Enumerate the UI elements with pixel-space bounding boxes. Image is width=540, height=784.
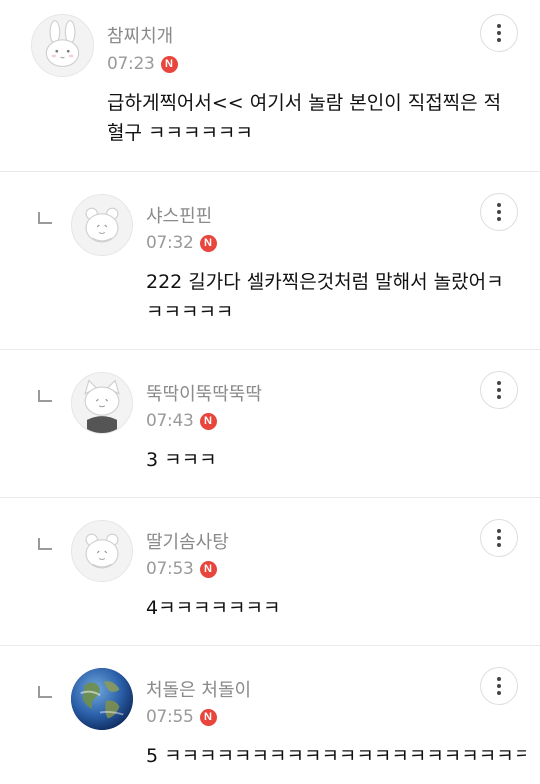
comment-body: 4ㅋㅋㅋㅋㅋㅋㅋ	[146, 597, 281, 619]
more-dot-icon	[497, 691, 501, 695]
comment-body: 5 ㅋㅋㅋㅋㅋㅋㅋㅋㅋㅋㅋㅋㅋㅋㅋㅋㅋㅋㅋㅋㅋㅋㅋ 아	[146, 745, 526, 767]
comment-item: 참찌치개 07:23 N 급하게찍어서<< 여기서 놀람 본인이 직접찍은 적혈…	[0, 0, 540, 171]
more-dot-icon	[497, 217, 501, 221]
author-nickname[interactable]: 딸기솜사탕	[146, 528, 229, 554]
reply-item: 딸기솜사탕 07:53 N 4ㅋㅋㅋㅋㅋㅋㅋ	[0, 498, 540, 645]
reply-arrow-icon	[38, 212, 52, 224]
bear-avatar-icon[interactable]	[71, 194, 133, 256]
more-dot-icon	[497, 536, 501, 540]
reply-item: 샤스핀핀 07:32 N 222 길가다 셀카찍은것처럼 말해서 놀랐어ㅋ ㅋㅋ…	[0, 172, 540, 349]
reply-arrow-icon	[38, 538, 52, 550]
more-dot-icon	[497, 677, 501, 681]
new-badge: N	[160, 55, 178, 73]
comment-meta: 07:32 N	[146, 233, 217, 253]
earth-avatar-icon[interactable]	[71, 668, 133, 730]
more-options-button[interactable]	[480, 371, 518, 409]
more-options-button[interactable]	[480, 519, 518, 557]
more-dot-icon	[497, 543, 501, 547]
timestamp: 07:53	[146, 559, 194, 579]
comment-meta: 07:53 N	[146, 559, 217, 579]
reply-arrow-icon	[38, 390, 52, 402]
author-nickname[interactable]: 샤스핀핀	[146, 202, 212, 228]
timestamp: 07:32	[146, 233, 194, 253]
new-badge: N	[199, 560, 217, 578]
more-dot-icon	[497, 31, 501, 35]
new-badge: N	[199, 234, 217, 252]
reply-item: 처돌은 처돌이 07:55 N 5 ㅋㅋㅋㅋㅋㅋㅋㅋㅋㅋㅋㅋㅋㅋㅋㅋㅋㅋㅋㅋㅋㅋ…	[0, 646, 540, 784]
timestamp: 07:23	[107, 54, 155, 74]
timestamp: 07:43	[146, 411, 194, 431]
comment-meta: 07:55 N	[146, 707, 217, 727]
more-dot-icon	[497, 24, 501, 28]
more-dot-icon	[497, 529, 501, 533]
more-dot-icon	[497, 395, 501, 399]
more-options-button[interactable]	[480, 193, 518, 231]
new-badge: N	[199, 412, 217, 430]
bear-avatar-icon[interactable]	[71, 520, 133, 582]
comment-meta: 07:23 N	[107, 54, 178, 74]
new-badge: N	[199, 708, 217, 726]
more-dot-icon	[497, 684, 501, 688]
more-dot-icon	[497, 210, 501, 214]
comment-meta: 07:43 N	[146, 411, 217, 431]
cat-avatar-icon[interactable]	[71, 372, 133, 434]
comment-body: 급하게찍어서<< 여기서 놀람 본인이 직접찍은 적혈구 ㅋㅋㅋㅋㅋㅋ	[107, 92, 502, 144]
rabbit-avatar-icon[interactable]	[31, 14, 94, 77]
timestamp: 07:55	[146, 707, 194, 727]
author-nickname[interactable]: 처돌은 처돌이	[146, 676, 251, 702]
more-dot-icon	[497, 203, 501, 207]
author-nickname[interactable]: 참찌치개	[107, 22, 173, 48]
more-dot-icon	[497, 38, 501, 42]
more-options-button[interactable]	[480, 667, 518, 705]
more-dot-icon	[497, 381, 501, 385]
reply-arrow-icon	[38, 686, 52, 698]
comment-body: 3 ㅋㅋㅋ	[146, 449, 217, 471]
comment-body: 222 길가다 셀카찍은것처럼 말해서 놀랐어ㅋ ㅋㅋㅋㅋㅋ	[146, 271, 504, 323]
author-nickname[interactable]: 뚝딱이뚝딱뚝딱	[146, 380, 262, 406]
more-dot-icon	[497, 388, 501, 392]
reply-item: 뚝딱이뚝딱뚝딱 07:43 N 3 ㅋㅋㅋ	[0, 350, 540, 497]
more-options-button[interactable]	[480, 14, 518, 52]
